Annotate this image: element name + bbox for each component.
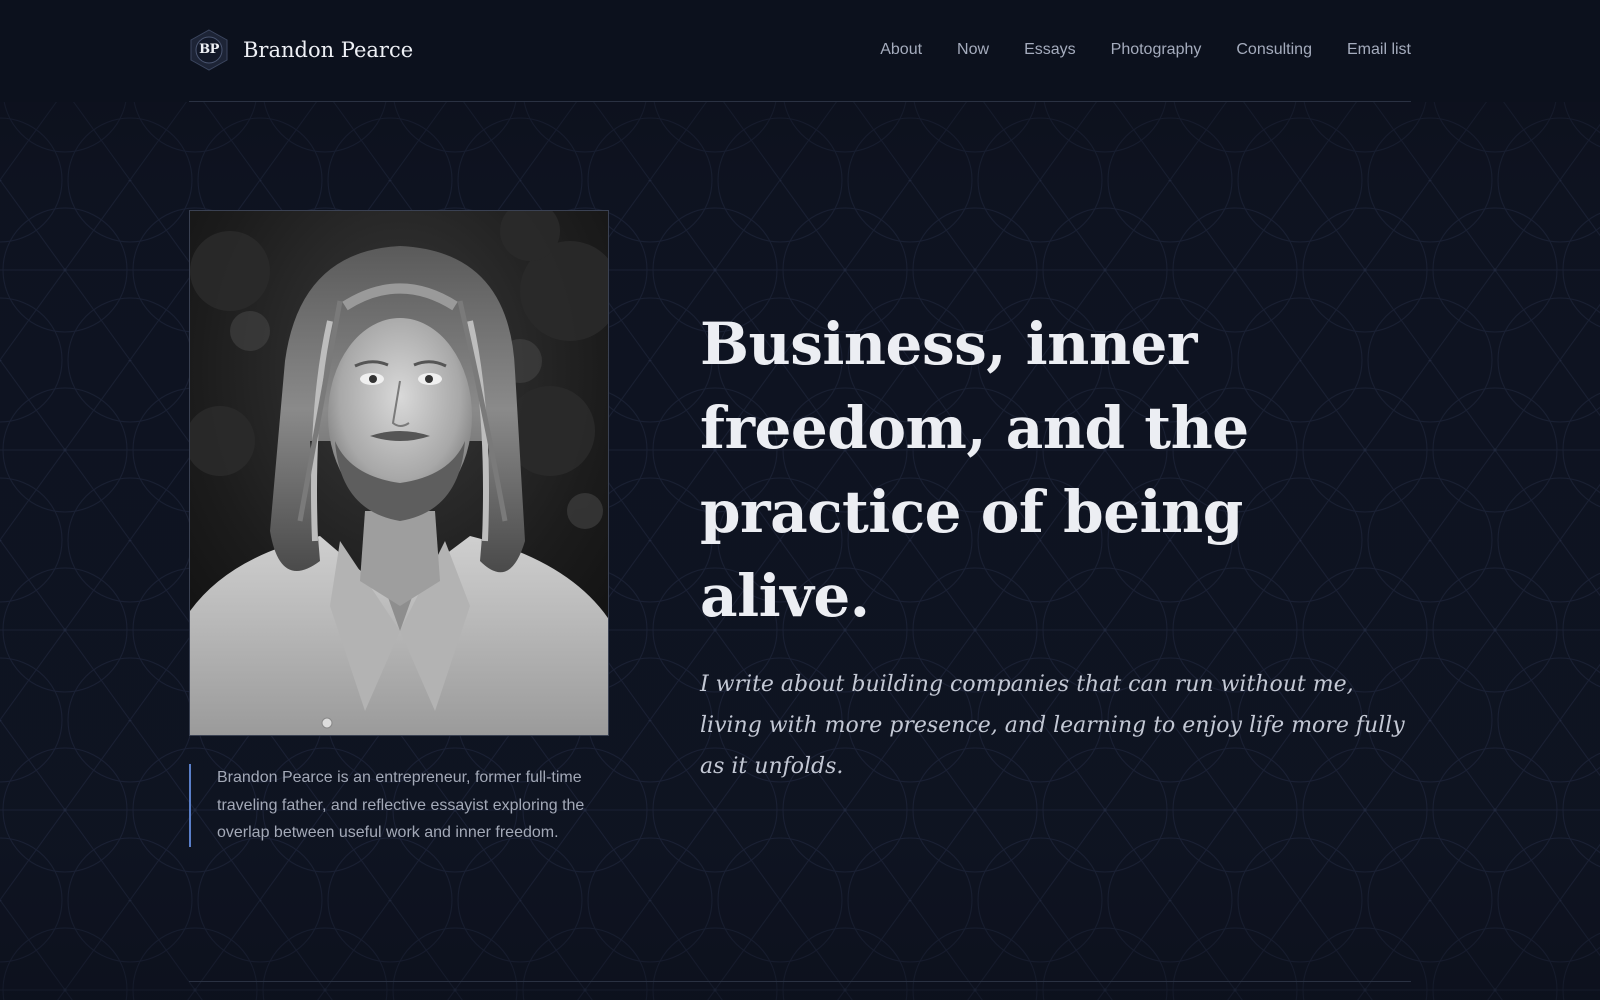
nav-link-essays[interactable]: Essays xyxy=(1024,41,1076,59)
nav-link-about[interactable]: About xyxy=(880,41,922,59)
author-portrait xyxy=(189,210,609,736)
author-bio: Brandon Pearce is an entrepreneur, forme… xyxy=(189,764,599,847)
header-inner: BP Brandon Pearce About Now Essays Photo… xyxy=(189,0,1411,102)
hero-subtitle: I write about building companies that ca… xyxy=(700,672,1405,779)
site-header: BP Brandon Pearce About Now Essays Photo… xyxy=(0,0,1600,102)
hero-section: Brandon Pearce is an entrepreneur, forme… xyxy=(0,0,1600,1000)
nav-link-consulting[interactable]: Consulting xyxy=(1236,41,1312,59)
brand-home-link[interactable]: BP Brandon Pearce xyxy=(189,29,413,71)
section-divider xyxy=(189,981,1411,982)
nav-link-email-list[interactable]: Email list xyxy=(1347,41,1411,59)
hero-title: Business, inner freedom, and the practic… xyxy=(700,310,1249,630)
hexagon-monogram-icon: BP xyxy=(189,29,229,71)
nav-link-photography[interactable]: Photography xyxy=(1111,41,1202,59)
brand-initials: BP xyxy=(199,42,219,57)
nav-link-now[interactable]: Now xyxy=(957,41,989,59)
main-navigation: About Now Essays Photography Consulting … xyxy=(880,41,1411,59)
brand-name: Brandon Pearce xyxy=(243,38,414,62)
